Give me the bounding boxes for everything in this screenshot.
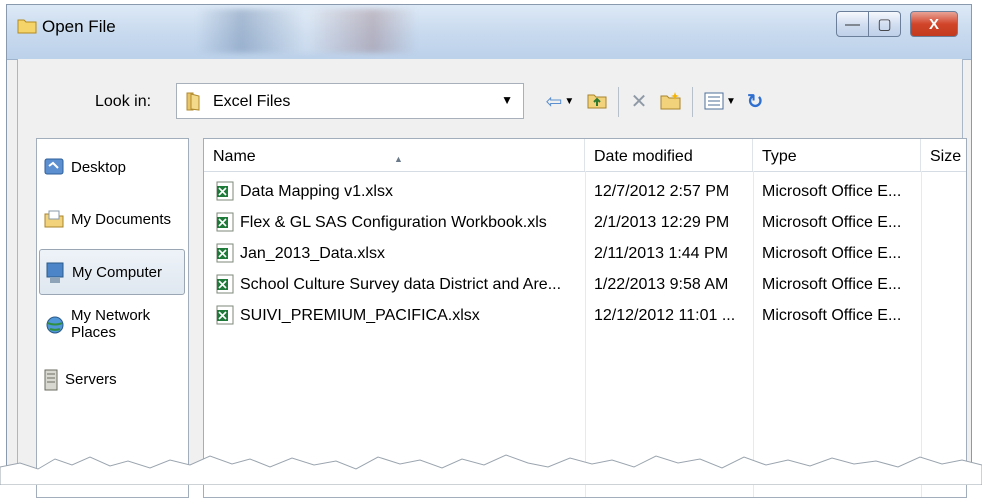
- up-folder-button[interactable]: [584, 86, 610, 116]
- views-button[interactable]: ▼: [700, 86, 740, 116]
- place-my-computer[interactable]: My Computer: [39, 249, 185, 295]
- window-title: Open File: [42, 17, 116, 36]
- file-row[interactable]: School Culture Survey data District and …: [204, 270, 966, 301]
- file-name: Jan_2013_Data.xlsx: [240, 245, 385, 262]
- maximize-icon: ▢: [877, 16, 892, 33]
- place-label: My Documents: [71, 211, 172, 228]
- look-in-dropdown[interactable]: Excel Files ▼: [176, 83, 524, 119]
- open-file-dialog: Open File — ▢ X Look in: Excel Files ▼ ⇦…: [6, 4, 972, 498]
- file-date: 12/7/2012 2:57 PM: [594, 183, 730, 200]
- blurred-background: [197, 9, 417, 53]
- file-row[interactable]: Jan_2013_Data.xlsx 2/11/2013 1:44 PM Mic…: [204, 239, 966, 270]
- folder-icon: [185, 90, 205, 117]
- column-header-size[interactable]: Size: [921, 139, 966, 171]
- file-type: Microsoft Office E...: [762, 214, 902, 231]
- maximize-button[interactable]: ▢: [868, 11, 901, 37]
- place-desktop[interactable]: Desktop: [39, 145, 185, 191]
- file-row[interactable]: SUIVI_PREMIUM_PACIFICA.xlsx 12/12/2012 1…: [204, 301, 966, 332]
- place-label: Servers: [65, 371, 117, 388]
- toolbar-separator: [692, 87, 693, 117]
- servers-icon: [44, 369, 58, 395]
- excel-file-icon: [216, 212, 234, 237]
- file-type: Microsoft Office E...: [762, 276, 902, 293]
- place-my-network-places[interactable]: My Network Places: [39, 301, 185, 353]
- views-icon: [704, 92, 724, 110]
- file-date: 12/12/2012 11:01 ...: [594, 307, 736, 324]
- places-bar: Desktop My Documents My Computer My Netw…: [36, 138, 189, 498]
- new-folder-icon: [660, 92, 681, 110]
- delete-icon: ✕: [630, 90, 648, 113]
- file-name: Data Mapping v1.xlsx: [240, 183, 393, 200]
- refresh-icon: ↻: [746, 90, 764, 113]
- file-type: Microsoft Office E...: [762, 183, 902, 200]
- dialog-body: Look in: Excel Files ▼ ⇦ ▼ ✕ ▼ ↻ Desktop…: [17, 59, 967, 498]
- torn-edge: [0, 454, 982, 485]
- column-header-name[interactable]: Name ▲: [204, 139, 585, 171]
- file-type: Microsoft Office E...: [762, 307, 902, 324]
- toolbar-separator: [618, 87, 619, 117]
- up-folder-icon: [587, 94, 607, 109]
- new-folder-button[interactable]: [658, 86, 684, 116]
- network-places-icon: [44, 315, 66, 339]
- column-header-row: Name ▲ Date modified Type Size: [204, 139, 966, 172]
- minimize-button[interactable]: —: [836, 11, 869, 37]
- file-date: 2/1/2013 12:29 PM: [594, 214, 730, 231]
- minimize-icon: —: [845, 15, 860, 33]
- file-date: 2/11/2013 1:44 PM: [594, 245, 729, 262]
- refresh-button[interactable]: ↻: [742, 86, 768, 116]
- file-type: Microsoft Office E...: [762, 245, 902, 262]
- column-header-type[interactable]: Type: [753, 139, 921, 171]
- place-my-documents[interactable]: My Documents: [39, 197, 185, 243]
- file-name: School Culture Survey data District and …: [240, 276, 562, 293]
- folder-icon: [17, 17, 37, 40]
- column-header-date-modified[interactable]: Date modified: [585, 139, 753, 171]
- sort-ascending-icon: ▲: [394, 154, 403, 164]
- back-arrow-icon: ⇦: [545, 90, 563, 113]
- excel-file-icon: [216, 305, 234, 330]
- title-bar[interactable]: Open File — ▢ X: [7, 5, 971, 60]
- look-in-label: Look in:: [95, 93, 152, 110]
- my-computer-icon: [45, 262, 65, 288]
- file-date: 1/22/2013 9:58 AM: [594, 276, 729, 293]
- close-button[interactable]: X: [910, 11, 958, 37]
- close-icon: X: [928, 15, 939, 33]
- excel-file-icon: [216, 274, 234, 299]
- look-in-value: Excel Files: [213, 93, 291, 110]
- excel-file-icon: [216, 243, 234, 268]
- file-row[interactable]: Flex & GL SAS Configuration Workbook.xls…: [204, 208, 966, 239]
- my-documents-icon: [44, 209, 64, 233]
- file-row[interactable]: Data Mapping v1.xlsx 12/7/2012 2:57 PM M…: [204, 177, 966, 208]
- place-label: My Network Places: [71, 307, 151, 341]
- desktop-icon: [44, 157, 64, 181]
- delete-button[interactable]: ✕: [626, 86, 652, 116]
- excel-file-icon: [216, 181, 234, 206]
- file-name: Flex & GL SAS Configuration Workbook.xls: [240, 214, 547, 231]
- file-list[interactable]: Name ▲ Date modified Type Size Data Mapp…: [203, 138, 967, 498]
- place-label: Desktop: [71, 159, 127, 176]
- file-name: SUIVI_PREMIUM_PACIFICA.xlsx: [240, 307, 480, 324]
- chevron-down-icon[interactable]: ▼: [501, 93, 513, 107]
- place-label: My Computer: [72, 264, 163, 281]
- back-button[interactable]: ⇦ ▼: [538, 86, 582, 116]
- place-servers[interactable]: Servers: [39, 357, 185, 403]
